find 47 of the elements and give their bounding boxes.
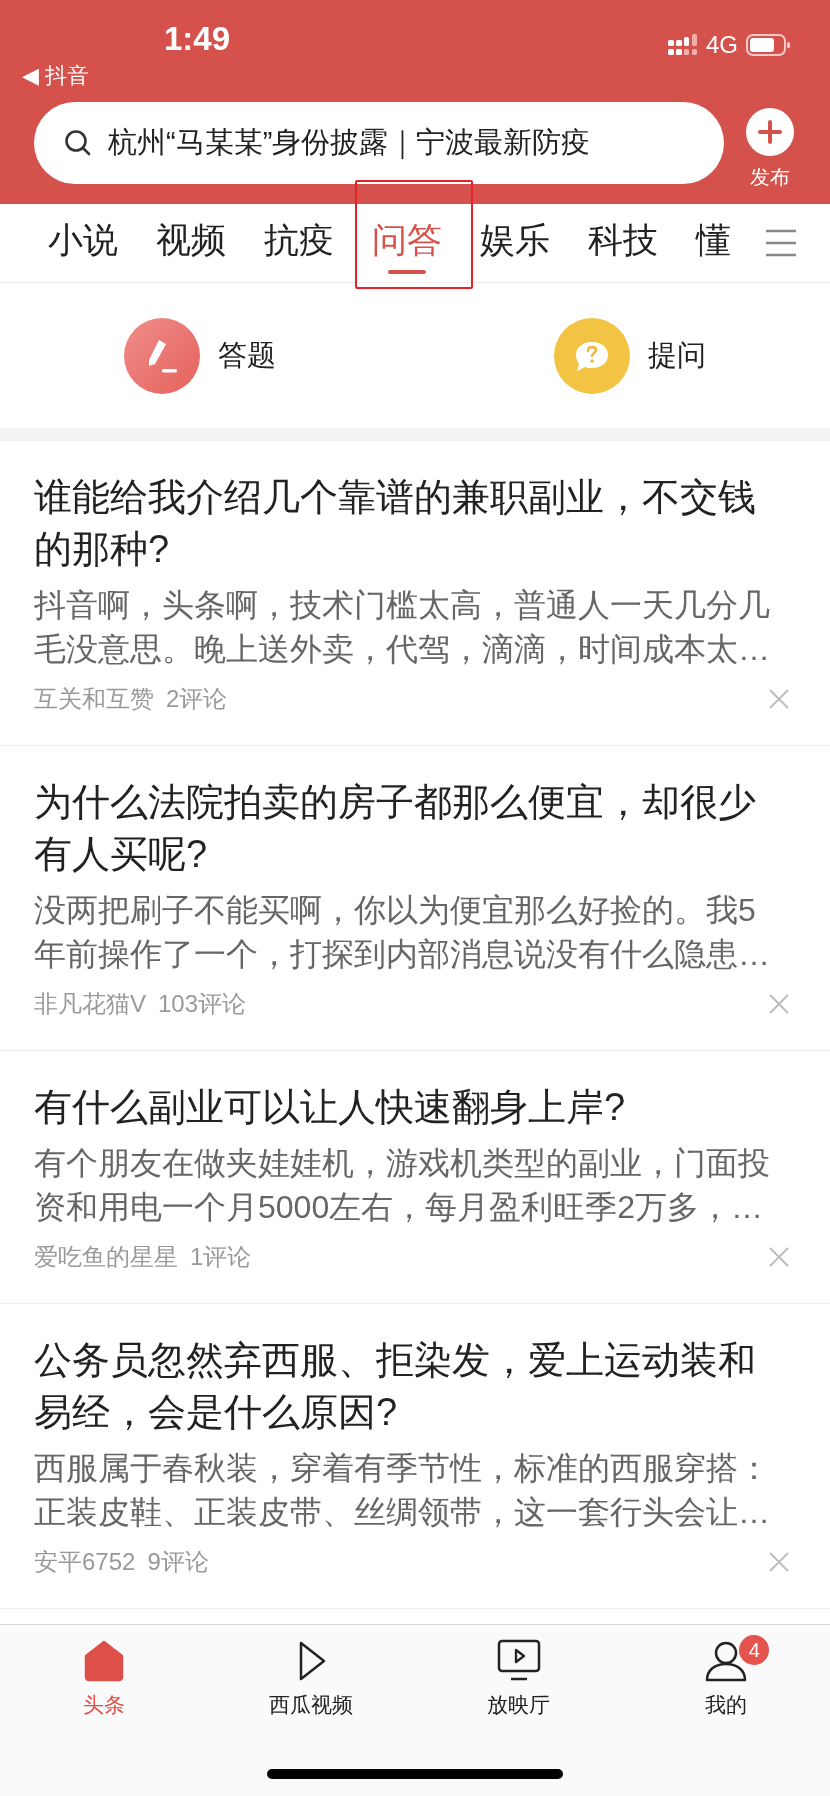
question-bubble-icon <box>554 317 630 394</box>
search-field[interactable]: 杭州“马某某”身份披露｜宁波最新防疫 <box>34 102 724 184</box>
signal-icon <box>668 34 698 56</box>
search-icon <box>64 129 92 157</box>
category-tab[interactable]: 科技 <box>588 204 658 282</box>
answer-snippet: 有个朋友在做夹娃娃机，游戏机类型的副业，门面投资和用电一个月5000左右，每月盈利旺季2万多，… <box>34 1144 771 1227</box>
comment-count: 2评论 <box>166 684 228 714</box>
answer-snippet: 没两把刷子不能买啊，你以为便宜那么好捡的。我5年前操作了一个，打探到内部消息说没有什么隐患… <box>34 891 771 974</box>
author-name: 互关和互赞 <box>34 684 154 714</box>
author-name: 爱吃鱼的星星 <box>34 1242 178 1272</box>
author-name: 非凡花猫V <box>34 989 146 1019</box>
nav-tab[interactable]: 西瓜视频 <box>236 1639 387 1719</box>
action-button[interactable]: 提问 <box>430 317 830 394</box>
nav-tab[interactable]: 放映厅 <box>443 1639 594 1719</box>
category-tab[interactable]: 抗疫 <box>264 204 334 282</box>
comment-count: 9评论 <box>147 1547 209 1577</box>
comment-count: 1评论 <box>190 1242 252 1272</box>
comment-count: 103评论 <box>158 989 247 1019</box>
question-title[interactable]: 公务员忽然弃西服、拒染发，爱上运动装和易经，会是什么原因? <box>34 1334 784 1438</box>
close-icon <box>768 688 790 710</box>
close-icon <box>768 1551 790 1573</box>
close-icon <box>768 1246 790 1268</box>
notification-badge: 4 <box>739 1635 770 1665</box>
menu-icon <box>764 228 798 258</box>
category-tab[interactable]: 视频 <box>156 204 226 282</box>
status-time: 1:49 <box>164 20 231 58</box>
tv-icon <box>496 1639 541 1683</box>
answer-snippet: 西服属于春秋装，穿着有季节性，标准的西服穿搭：正装皮鞋、正装皮带、丝绸领带，这一套行头会让… <box>34 1449 771 1532</box>
action-button[interactable]: 答题 <box>0 317 430 394</box>
close-icon <box>768 993 790 1015</box>
publish-button[interactable]: 发布 <box>746 108 794 191</box>
category-tab[interactable]: 问答 <box>372 204 442 282</box>
network-label: 4G <box>706 31 738 59</box>
battery-icon <box>746 34 790 56</box>
person-icon <box>704 1639 749 1683</box>
category-tab[interactable]: 懂 <box>696 204 731 282</box>
author-name: 安平6752 <box>34 1547 136 1577</box>
answer-snippet: 抖音啊，头条啊，技术门槛太高，普通人一天几分几毛没意思。晚上送外卖，代驾，滴滴，时间成本太… <box>34 586 771 669</box>
question-title[interactable]: 为什么法院拍卖的房子都那么便宜，却很少有人买呢? <box>34 776 784 880</box>
question-title[interactable]: 谁能给我介绍几个靠谱的兼职副业，不交钱的那种? <box>34 471 784 575</box>
back-link[interactable]: ◀ 抖音 <box>22 62 90 90</box>
pencil-icon <box>124 317 200 394</box>
category-tab[interactable]: 娱乐 <box>480 204 550 282</box>
nav-tab[interactable]: 头条 <box>28 1639 179 1719</box>
plus-icon <box>746 108 794 156</box>
question-title[interactable]: 有什么副业可以让人快速翻身上岸? <box>34 1081 784 1133</box>
category-tab[interactable]: 小说 <box>48 204 118 282</box>
